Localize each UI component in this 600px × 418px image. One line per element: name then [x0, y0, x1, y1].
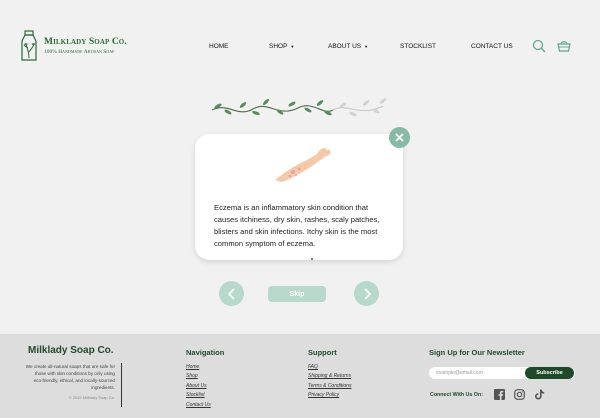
- progress-vine: [211, 98, 387, 117]
- nav-stocklist-label: STOCKLIST: [400, 43, 437, 50]
- footer-navigation-heading: Navigation: [186, 348, 225, 357]
- nav-shop-label: SHOP: [269, 43, 288, 50]
- footer-support-links: FAQ Shipping & Returns Terms & Condition…: [308, 363, 351, 401]
- skip-button[interactable]: Skip: [268, 286, 326, 302]
- footer-link-contact-us[interactable]: Contact Us: [186, 401, 211, 410]
- footer-link-terms[interactable]: Terms & Conditions: [308, 382, 351, 391]
- nav-contact-label: CONTACT US: [471, 43, 513, 50]
- previous-button[interactable]: [219, 281, 244, 306]
- scroll-dot: [311, 258, 313, 260]
- next-button[interactable]: [354, 281, 379, 306]
- footer-link-home[interactable]: Home: [186, 363, 211, 372]
- nav-shop[interactable]: SHOP ▼: [269, 43, 294, 50]
- connect-label: Connect With Us On:: [430, 392, 483, 398]
- facebook-icon[interactable]: [494, 389, 505, 400]
- close-button[interactable]: [389, 127, 410, 148]
- footer-link-shop[interactable]: Shop: [186, 372, 211, 381]
- close-icon: [395, 133, 404, 142]
- info-card-text: Eczema is an inflammatory skin condition…: [214, 203, 380, 248]
- site-header: Milklady Soap Co. 100% Handmade Artisan …: [0, 0, 600, 90]
- nav-about-label: ABOUT US: [328, 43, 362, 50]
- nav-home[interactable]: HOME: [209, 43, 229, 50]
- tiktok-icon[interactable]: [534, 389, 545, 400]
- footer-support-heading: Support: [308, 348, 337, 357]
- nav-home-label: HOME: [209, 43, 229, 50]
- nav-stocklist[interactable]: STOCKLIST: [400, 43, 436, 50]
- search-icon[interactable]: [532, 39, 546, 53]
- nav-about-us[interactable]: ABOUT US ▼: [328, 43, 368, 50]
- footer-brand: Milklady Soap Co.: [28, 345, 114, 356]
- footer-link-about-us[interactable]: About Us: [186, 382, 211, 391]
- info-card: Eczema is an inflammatory skin condition…: [195, 134, 403, 260]
- chevron-right-icon: [363, 287, 371, 300]
- newsletter-heading: Sign Up for Our Newsletter: [429, 348, 525, 357]
- footer-link-stocklist[interactable]: Stocklist: [186, 391, 211, 400]
- footer-description: We create all-natural soaps that are saf…: [25, 364, 115, 390]
- footer-link-faq[interactable]: FAQ: [308, 363, 351, 372]
- arm-eczema-illustration-icon: [275, 148, 331, 182]
- footer-divider: [121, 363, 122, 407]
- basket-icon[interactable]: [557, 39, 571, 53]
- nav-contact-us[interactable]: CONTACT US: [471, 43, 513, 50]
- subscribe-button[interactable]: Subscribe: [525, 367, 574, 379]
- caret-down-icon: ▼: [290, 44, 295, 49]
- site-footer: Milklady Soap Co. We create all-natural …: [0, 334, 600, 418]
- instagram-icon[interactable]: [514, 389, 525, 400]
- footer-link-privacy[interactable]: Privacy Policy: [308, 391, 351, 400]
- footer-navigation-links: Home Shop About Us Stocklist Contact Us: [186, 363, 211, 410]
- footer-link-shipping[interactable]: Shipping & Returns: [308, 372, 351, 381]
- chevron-left-icon: [227, 287, 235, 300]
- main-nav: HOME SHOP ▼ ABOUT US ▼ STOCKLIST CONTACT…: [0, 43, 600, 53]
- caret-down-icon: ▼: [364, 44, 369, 49]
- footer-copyright: © 2022 Milklady Soap Co.: [68, 395, 115, 400]
